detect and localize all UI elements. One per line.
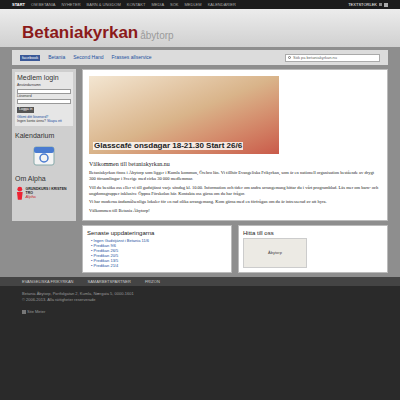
alpha-title: Om Alpha — [15, 175, 73, 182]
nav-item[interactable]: KALENDARIER — [208, 3, 236, 7]
update-item[interactable]: • Predikan 21/4 — [87, 264, 227, 268]
update-item[interactable]: • Predikan 13/5 — [87, 259, 227, 263]
content-paragraph: Vi har moderna ändamålsenliga lokaler fö… — [89, 199, 381, 205]
textsize-large-icon[interactable] — [384, 3, 388, 7]
username-field[interactable] — [17, 89, 71, 94]
updates-panel: Senaste uppdateringarna• Ingen Gudstjäns… — [82, 225, 232, 273]
update-item[interactable]: • Predikan 20/5 — [87, 254, 227, 258]
update-item[interactable]: • Predikan 26/5 — [87, 249, 227, 253]
login-button[interactable]: Logga in — [17, 107, 34, 113]
sitemeter[interactable]: Site Meter — [22, 310, 378, 314]
content-panel: Glasscafé onsdagar 18-21.30 Start 26/6 Vä… — [82, 69, 388, 221]
nav-item[interactable]: SÖK — [170, 3, 178, 7]
search-icon — [288, 56, 291, 59]
footer: Betania Åbytorp, Portfolgatan 2, Kumla, … — [0, 286, 400, 314]
alpha-logo[interactable]: GRUNDKURS I KRISTEN TROAlpha — [15, 186, 73, 202]
content-heading: Välkommen till betaniakyrkan.nu — [89, 161, 381, 167]
nav-item[interactable]: BARN & UNGDOM — [87, 3, 121, 7]
main-area: facebook Betania Second Hand Frasses allser… — [0, 47, 400, 277]
top-nav: START OM BETANIA NYHETER BARN & UNGDOM KONTA… — [0, 0, 400, 9]
link-item[interactable]: Frasses allservice — [112, 55, 152, 60]
map-panel: Hitta till ossÅbytorp — [238, 225, 388, 273]
textsize-small-icon[interactable] — [379, 3, 382, 6]
footer-link[interactable]: EVANGELISKA FRIKYRKAN — [22, 280, 74, 284]
create-link[interactable]: Skapa ett — [47, 119, 62, 123]
nav-item[interactable]: NYHETER — [61, 3, 80, 7]
footer-link[interactable]: FRIZON — [145, 280, 160, 284]
map[interactable]: Åbytorp — [243, 238, 307, 268]
link-item[interactable]: Second Hand — [73, 55, 103, 60]
sidebar: Medlem loginAnvändarnamnLösenordLogga in… — [12, 69, 76, 221]
banner: Glasscafé onsdagar 18-21.30 Start 26/6 — [89, 76, 279, 154]
forgot-link[interactable]: Glömt ditt lösenord? — [17, 116, 71, 120]
password-field[interactable] — [17, 99, 71, 104]
content-paragraph: Betaniakyrkan finns i Åbytorp som ligger… — [89, 170, 381, 182]
site-title[interactable]: Betaniakyrkan — [22, 24, 138, 41]
nav-item[interactable]: KONTAKT — [127, 3, 146, 7]
nav-item[interactable]: MEDIA — [151, 3, 164, 7]
alpha-figure-icon — [15, 186, 25, 202]
nav-item[interactable]: OM BETANIA — [31, 3, 55, 7]
footer-link[interactable]: SAMARBETSPARTNER — [88, 280, 131, 284]
facebook-badge[interactable]: facebook — [20, 55, 40, 61]
login-box: Medlem loginAnvändarnamnLösenordLogga in… — [15, 72, 73, 126]
calendar-icon[interactable] — [33, 144, 55, 166]
banner-text: Glasscafé onsdagar 18-21.30 Start 26/6 — [93, 142, 243, 150]
textsize-label: TEXTSTORLEK — [348, 3, 377, 7]
update-item[interactable]: • Ingen Gudstjänst i Betania 11/6 — [87, 239, 227, 243]
nav-item[interactable]: START — [12, 3, 25, 7]
page: START OM BETANIA NYHETER BARN & UNGDOM KONTA… — [0, 0, 400, 400]
sitemeter-icon — [22, 310, 26, 314]
content-paragraph: Välkommen till Betania Åbytorp! — [89, 208, 381, 214]
search-field[interactable]: Sök på betaniakyrkan.nu — [285, 54, 380, 62]
link-item[interactable]: Betania — [48, 55, 65, 60]
content-paragraph: Vill du besöka oss eller vi till gudstjä… — [89, 185, 381, 197]
link-bar: facebook Betania Second Hand Frasses allser… — [12, 50, 388, 65]
update-item[interactable]: • Predikan 9/6 — [87, 244, 227, 248]
footer-bar: EVANGELISKA FRIKYRKAN SAMARBETSPARTNER FRI… — [0, 277, 400, 286]
site-subtitle: åbytorp — [140, 31, 173, 41]
calendar-title: Kalendarium — [15, 132, 73, 139]
nav-item[interactable]: MEDLEM — [185, 3, 202, 7]
header: Betaniakyrkanåbytorp — [0, 9, 400, 47]
